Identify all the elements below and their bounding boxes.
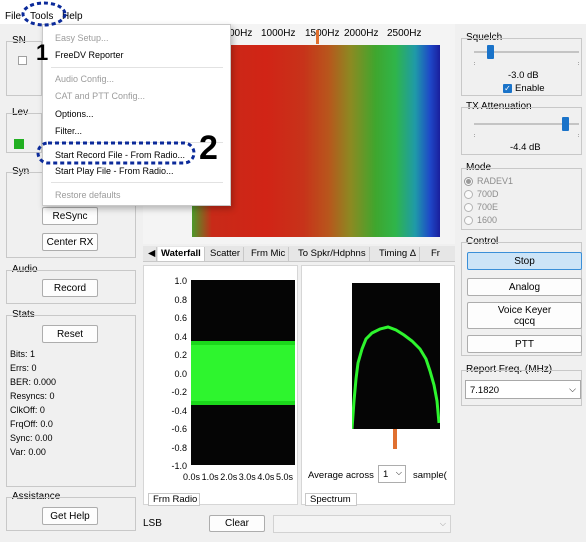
annotation-step-2: 2 xyxy=(199,129,218,167)
annotation-ring-tools xyxy=(21,1,67,27)
annotation-ring-record xyxy=(36,141,196,165)
annotation-overlay xyxy=(21,1,196,165)
annotation-step-1: 1 xyxy=(36,40,49,65)
